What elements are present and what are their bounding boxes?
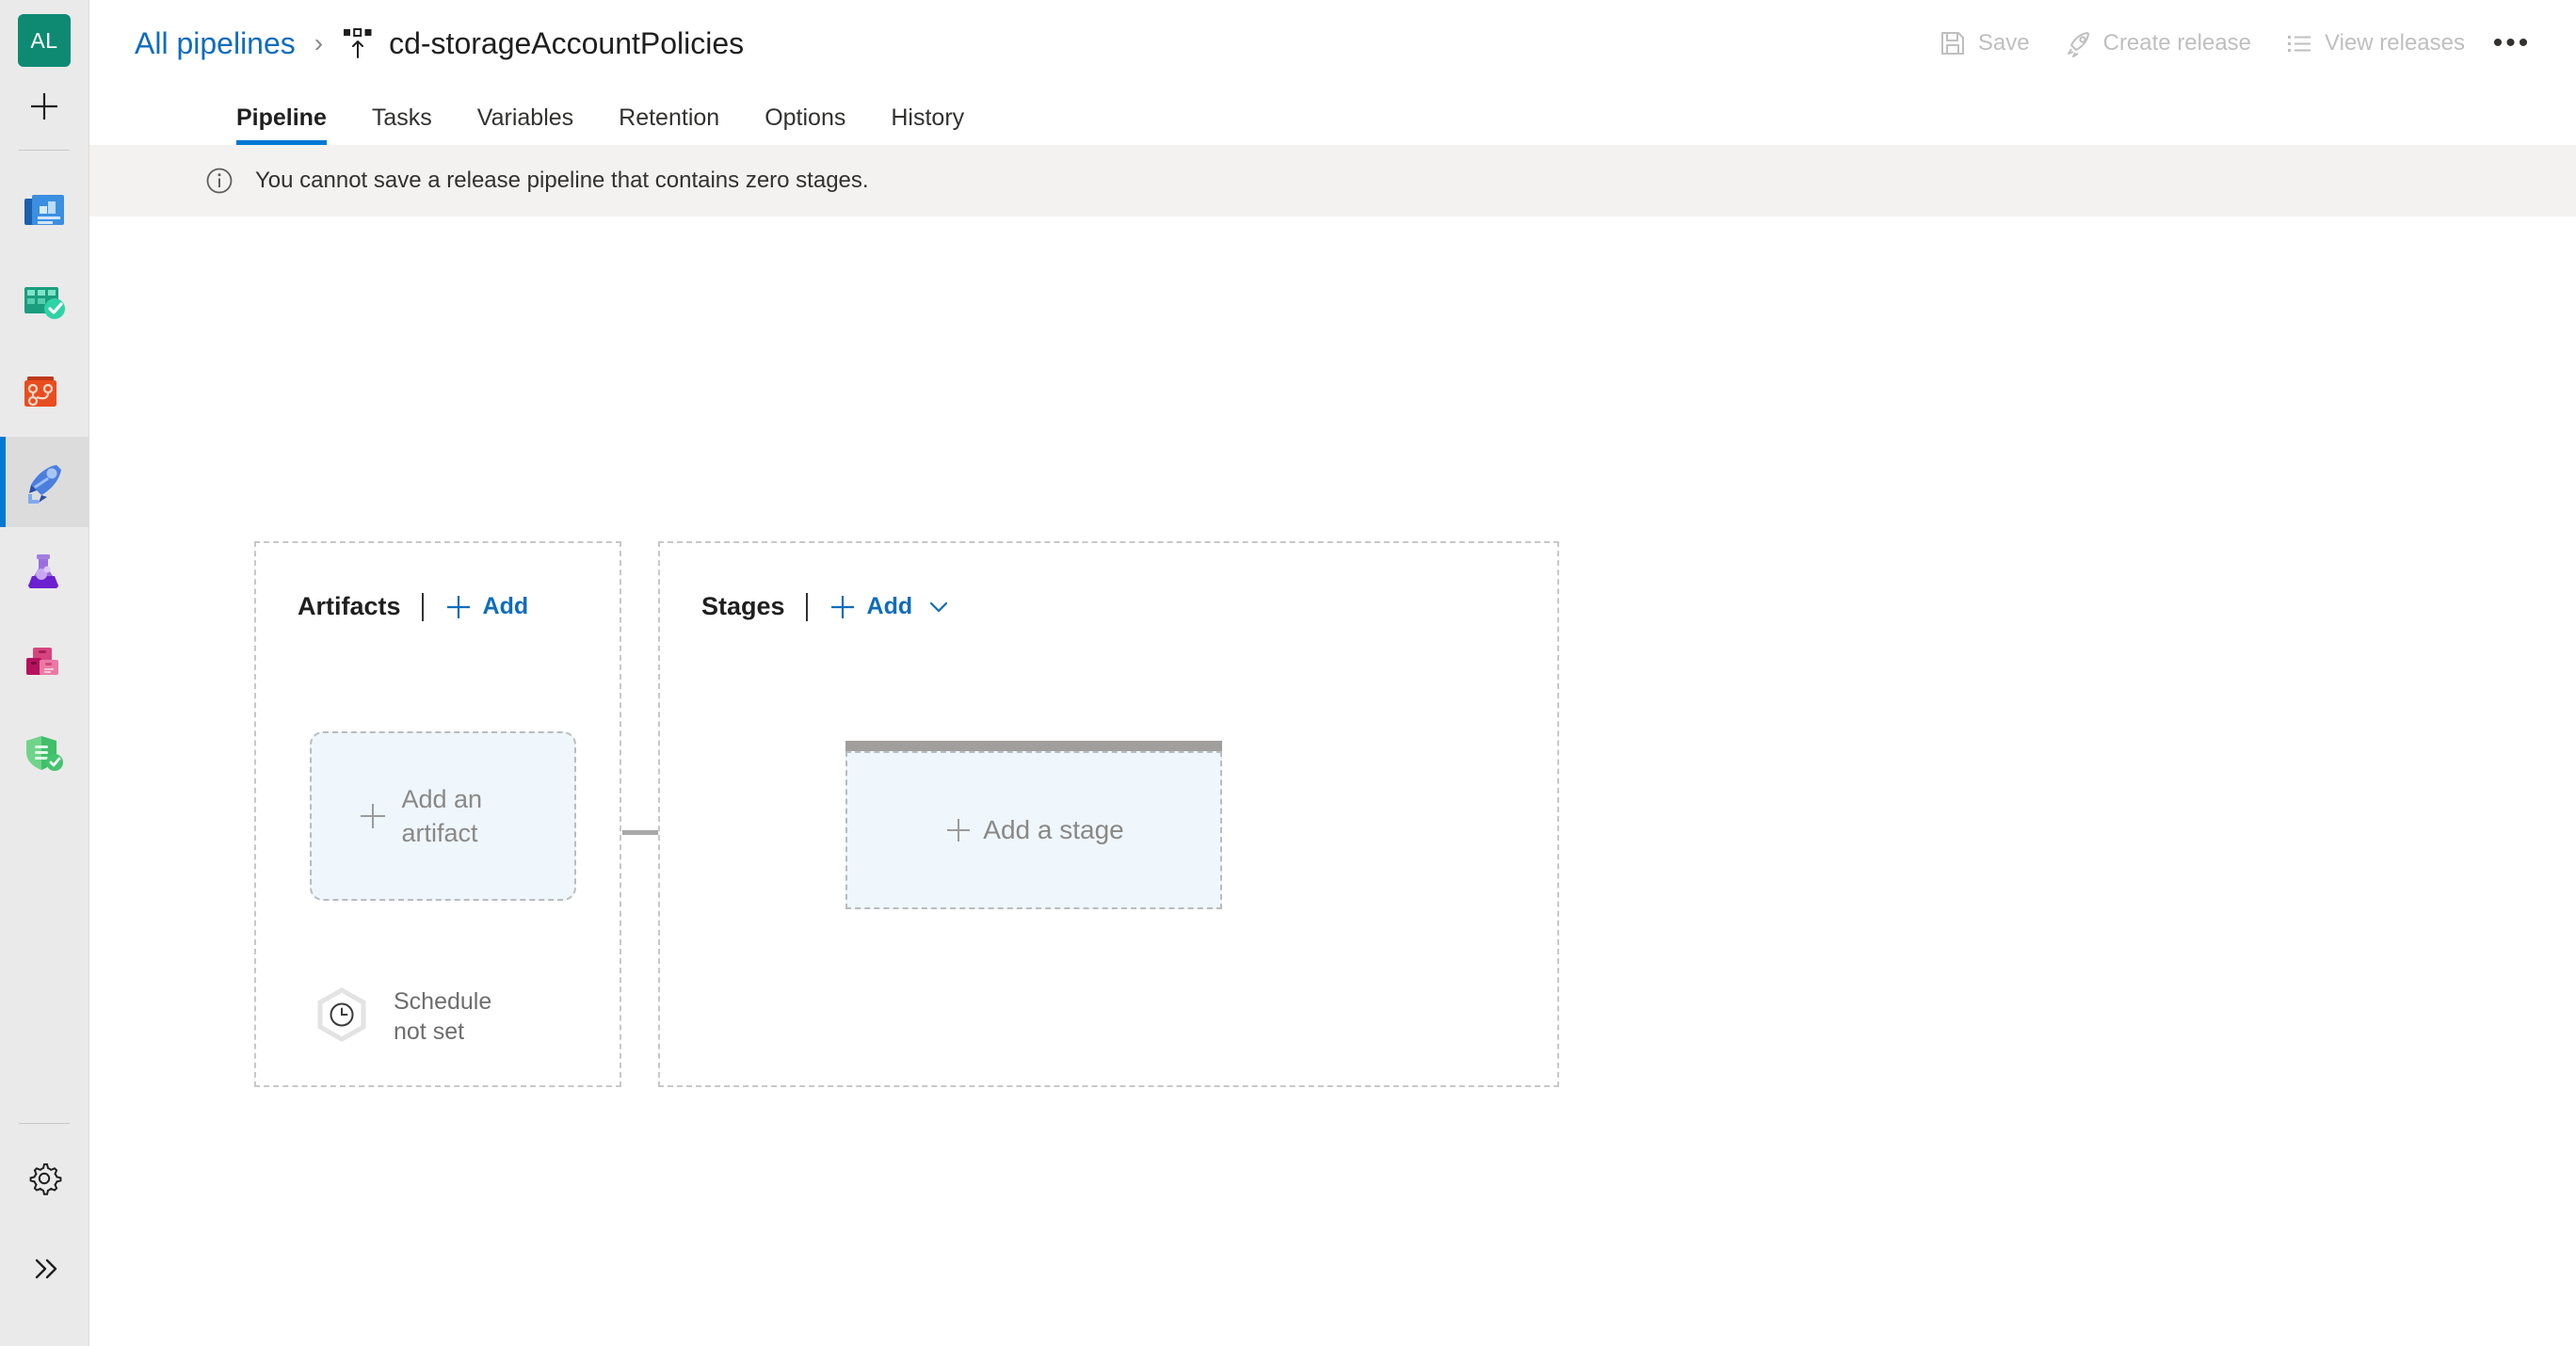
plus-icon [360,804,385,828]
artifacts-boxes-icon [26,648,58,675]
clock-hexagon-icon [317,987,366,1042]
repos-icon [24,377,56,407]
breadcrumb-all-pipelines[interactable]: All pipelines [135,26,296,61]
schedule-trigger[interactable]: Schedule not set [311,985,491,1048]
stages-panel-title: Stages [701,592,785,620]
page-header: All pipelines › cd-storageAccountPolicie… [89,0,2576,87]
double-chevron-right-icon [35,1258,57,1279]
gear-icon [29,1163,62,1195]
tab-variables-label: Variables [476,104,574,131]
info-banner: You cannot save a release pipeline that … [89,145,2576,216]
tab-pipeline[interactable]: Pipeline [214,104,349,145]
artifacts-panel-header: Artifacts Add [256,543,620,621]
more-options-button[interactable]: ••• [2482,15,2542,72]
sidebar-item-overview[interactable] [0,166,89,256]
artifacts-panel-title: Artifacts [298,592,401,620]
info-circle-icon [206,168,233,194]
tab-tasks-label: Tasks [371,104,432,131]
rocket-icon [2067,32,2089,57]
tab-retention-label: Retention [619,104,720,131]
avatar-initials: AL [30,27,58,53]
add-stage-wrapper: Add a stage [845,741,1222,909]
header-separator [421,592,424,621]
info-banner-message: You cannot save a release pipeline that … [255,168,869,193]
tab-history-label: History [891,104,965,131]
tab-pipeline-label: Pipeline [236,104,327,131]
artifact-stage-connector [622,830,660,835]
pipeline-canvas: Artifacts Add Add an artifact Schedule n… [89,216,2576,1346]
tab-tasks[interactable]: Tasks [349,104,455,145]
tab-retention[interactable]: Retention [596,104,742,145]
list-lines-icon [2288,36,2311,52]
schedule-label: Schedule not set [394,986,491,1048]
schedule-label-line2: not set [394,1018,465,1045]
test-plans-flask-icon [28,554,58,589]
save-button[interactable]: Save [1922,15,2047,72]
global-sidebar: AL [0,0,89,1346]
sidebar-item-pipelines[interactable] [0,437,89,527]
ellipsis-icon: ••• [2492,27,2532,58]
tab-options-label: Options [765,104,846,131]
stage-top-bar [845,741,1222,751]
release-pipeline-icon [342,26,374,60]
plus-icon [947,819,971,841]
view-releases-label: View releases [2325,30,2465,56]
add-a-stage-box[interactable]: Add a stage [845,751,1222,909]
save-disk-icon [1940,32,1964,55]
add-stage-dropdown-button[interactable] [926,594,952,620]
sidebar-expand-button[interactable] [0,1224,89,1314]
create-new-button[interactable] [0,67,89,146]
add-an-artifact-box[interactable]: Add an artifact [310,731,576,901]
app-root: AL All pipelines › cd-storageAccountPoli… [0,0,2576,1346]
sidebar-item-boards[interactable] [0,256,89,346]
header-separator [805,592,808,621]
overview-icon [24,195,64,225]
sidebar-divider [19,150,70,151]
plus-icon [830,595,854,618]
sidebar-bottom-divider [19,1123,70,1124]
boards-icon [24,287,65,319]
stages-panel: Stages Add Add a stage [658,541,1559,1087]
sidebar-item-repos[interactable] [0,346,89,437]
main-content: All pipelines › cd-storageAccountPolicie… [89,0,2576,1346]
add-artifact-link[interactable]: Add [444,593,529,621]
sidebar-item-test-plans[interactable] [0,527,89,617]
plus-icon [31,93,57,120]
pipeline-tabs: Pipeline Tasks Variables Retention Optio… [89,87,2576,145]
create-release-label: Create release [2102,30,2252,56]
add-an-artifact-label: Add an artifact [401,784,483,847]
view-releases-button[interactable]: View releases [2268,15,2482,72]
schedule-label-line1: Schedule [394,987,492,1015]
stages-panel-header: Stages Add [660,543,1557,621]
shield-check-icon [26,736,63,771]
add-stage-link-label: Add [866,593,913,619]
artifacts-panel: Artifacts Add Add an artifact Schedule n… [254,541,621,1087]
tab-history[interactable]: History [868,104,987,145]
sidebar-item-artifacts[interactable] [0,617,89,708]
header-actions: Save Create release View releases ••• [1922,15,2542,72]
tab-options[interactable]: Options [742,104,868,145]
avatar[interactable]: AL [18,14,71,67]
save-label: Save [1977,30,2030,56]
sidebar-item-settings[interactable] [0,1133,89,1224]
create-release-button[interactable]: Create release [2047,15,2268,72]
plus-icon [446,595,470,618]
add-stage-link[interactable]: Add [829,593,913,621]
page-title: cd-storageAccountPolicies [389,25,745,60]
breadcrumb-separator: › [314,28,324,57]
sidebar-item-advanced-security[interactable] [0,708,89,798]
tab-variables[interactable]: Variables [455,104,596,145]
pipelines-rocket-icon [28,465,61,504]
add-a-stage-label: Add a stage [983,815,1124,844]
chevron-down-icon [930,601,948,612]
add-artifact-link-label: Add [482,593,529,619]
